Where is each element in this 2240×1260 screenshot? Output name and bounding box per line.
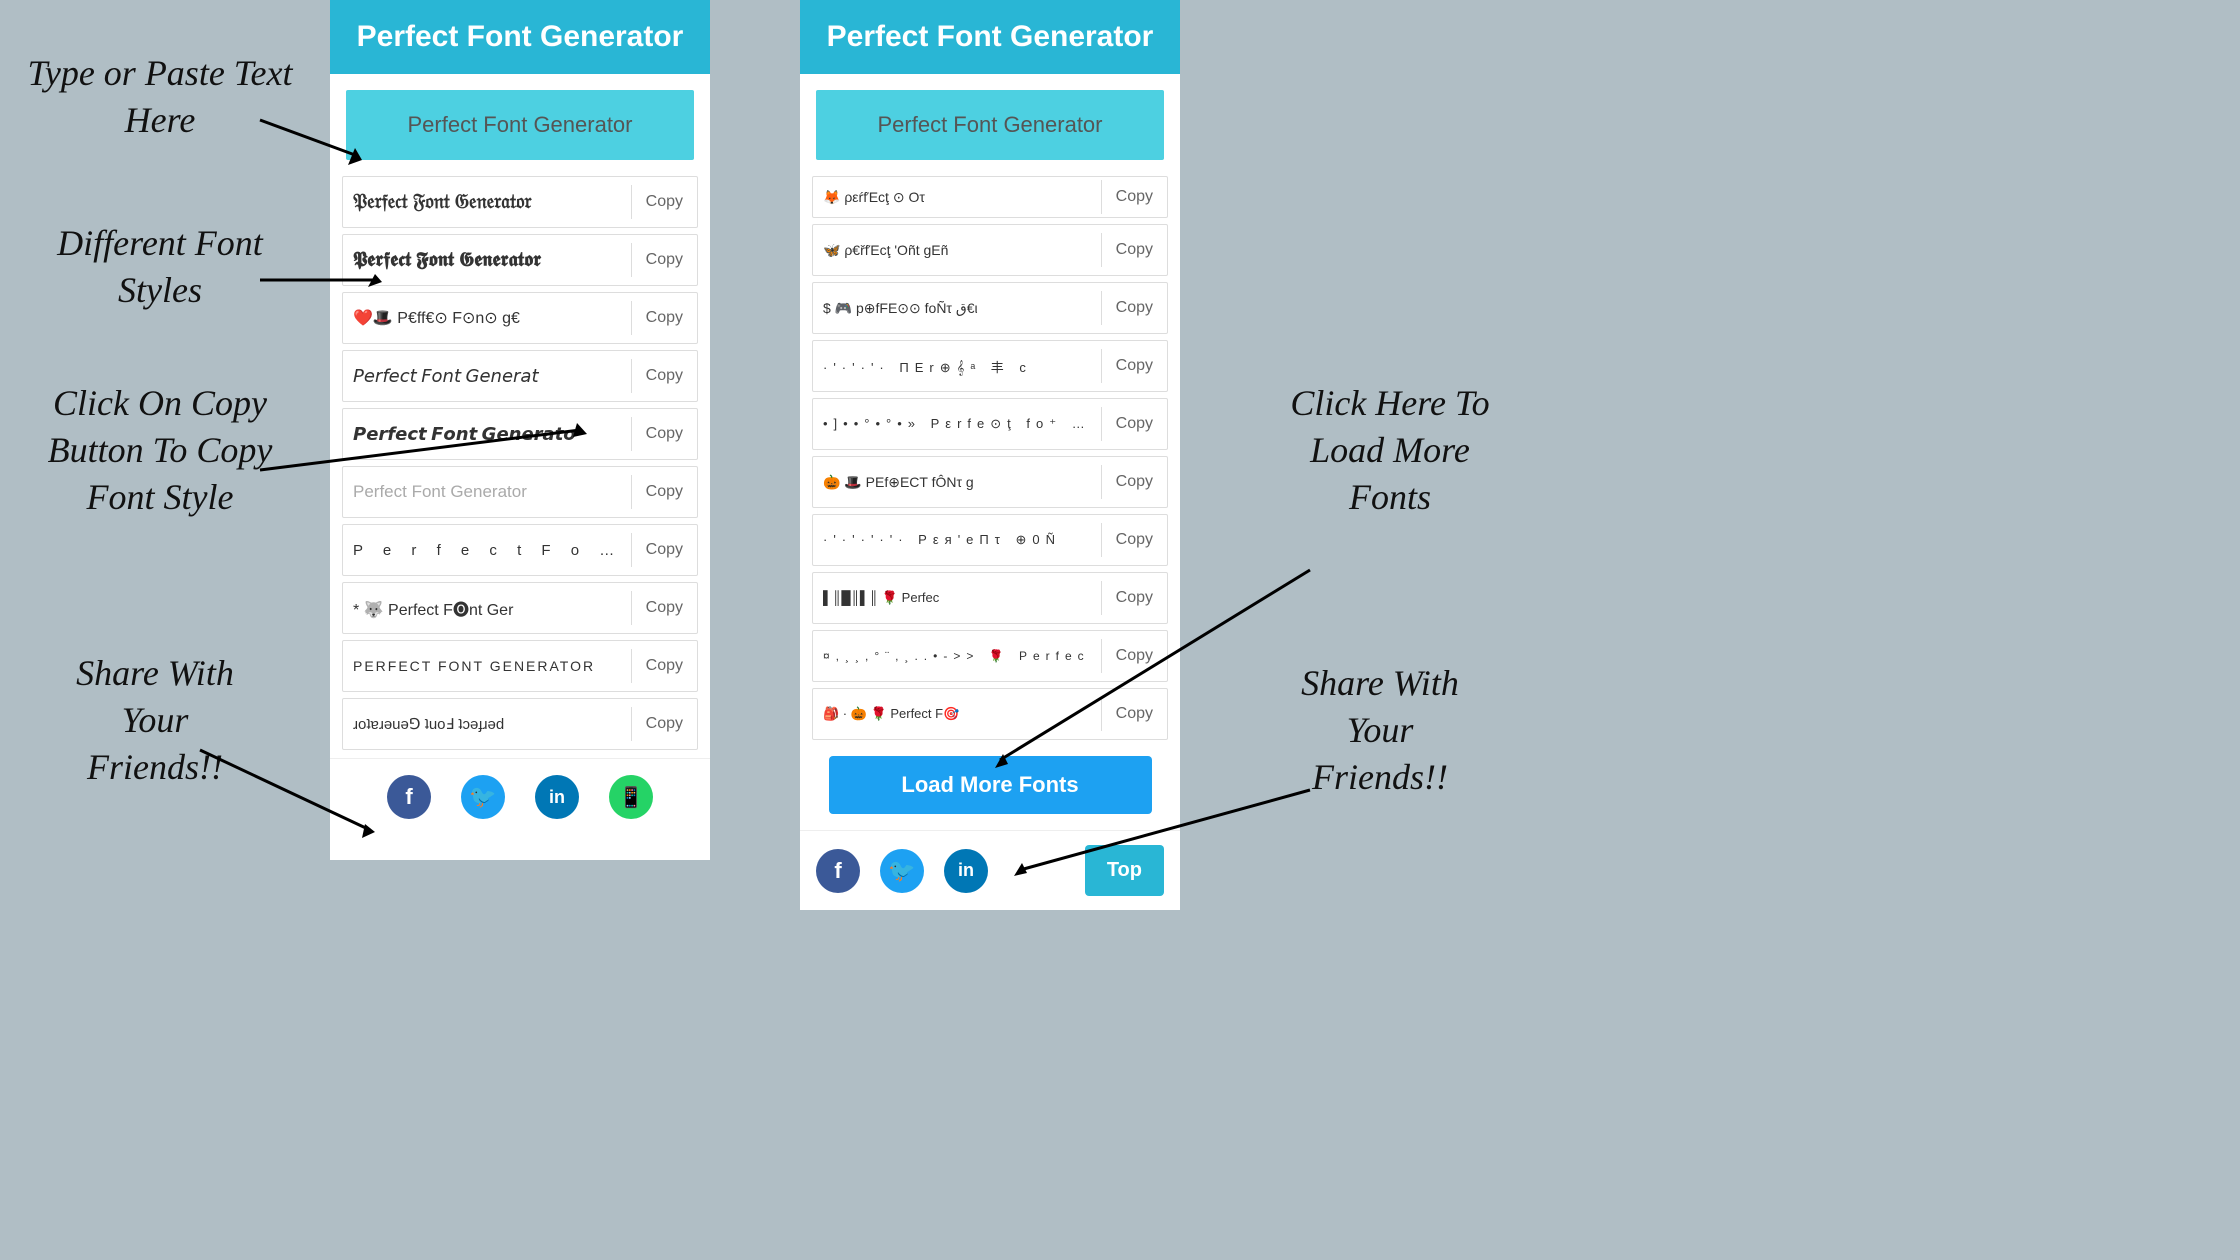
linkedin-icon[interactable]: in [944,849,988,893]
copy-button[interactable]: Copy [631,359,697,393]
font-text: PERFECT FONT GENERATOR [343,650,631,682]
font-row: ɹoʇɐɹǝuǝ⅁ ʇuoℲ ʇɔǝɟɹǝd Copy [342,698,698,750]
right-panel: Perfect Font Generator Perfect Font Gene… [800,0,1180,910]
font-row: Perfect Font Generator Copy [342,466,698,518]
font-text: 🦊 ρεŕfΈcţ ⊙ Oτ [813,181,1101,214]
annotation-click-copy: Click On CopyButton To CopyFont Style [20,380,300,520]
font-row: 🎃 🎩 ΡΕf⊕ΕCT fÔNτ g Copy [812,456,1168,508]
font-row: •]••°•°•» Pεrfe⊙ţ fo⁺ ge⊗ Copy [812,398,1168,450]
annotation-share-right: Share WithYourFriends!! [1250,660,1510,800]
copy-button[interactable]: Copy [1101,407,1167,441]
font-row-partial: 🦊 ρεŕfΈcţ ⊙ Oτ Copy [812,176,1168,218]
font-row: 🦋 ρ€řfΈcţ 'Oñt gEñ Copy [812,224,1168,276]
copy-button[interactable]: Copy [631,533,697,567]
font-row: ❤️🎩 P€ff€⊙ F⊙n⊙ g€ Copy [342,292,698,344]
copy-button[interactable]: Copy [631,591,697,625]
copy-button[interactable]: Copy [1101,697,1167,731]
font-text: 🦋 ρ€řfΈcţ 'Oñt gEñ [813,234,1101,267]
copy-button[interactable]: Copy [631,185,697,219]
font-text: ¤,¸¸,°¨,¸..•->> 🌹 Perfec [813,641,1101,671]
font-text: $ 🎮 p⊕fFE⊙⊙ foÑτ ق€ι [813,292,1101,325]
copy-button[interactable]: Copy [1101,291,1167,325]
left-header: Perfect Font Generator [330,0,710,74]
right-social-bar: f 🐦 in Top [800,830,1180,910]
font-text: ·'·'·'· ΠΕr⊕𝄞ᵃ 丰 c [813,349,1101,384]
twitter-icon[interactable]: 🐦 [880,849,924,893]
font-row: ¤,¸¸,°¨,¸..•->> 🌹 Perfec Copy [812,630,1168,682]
copy-button[interactable]: Copy [1101,349,1167,383]
font-text: 𝔓𝔢𝔯𝔣𝔢𝔠𝔱 𝔉𝔬𝔫𝔱 𝔊𝔢𝔫𝔢𝔯𝔞𝔱𝔬𝔯 [343,183,631,222]
annotation-diff-fonts: Different FontStyles [20,220,300,314]
copy-button[interactable]: Copy [631,301,697,335]
right-header: Perfect Font Generator [800,0,1180,74]
font-text: ▌║█║▌║ 🌹 Perfec [813,582,1101,614]
copy-button[interactable]: Copy [1101,233,1167,267]
font-text: 𝘗𝘦𝘳𝘧𝘦𝘤𝘵 𝘍𝘰𝘯𝘵 𝘎𝘦𝘯𝘦𝘳𝘢𝘵 [343,358,631,395]
copy-button[interactable]: Copy [1101,180,1167,214]
copy-button[interactable]: Copy [631,707,697,741]
font-text: 𝙋𝙚𝙧𝙛𝙚𝙘𝙩 𝙁𝙤𝙣𝙩 𝙂𝙚𝙣𝙚𝙧𝙖𝙩𝙤 [343,416,631,453]
font-text: ·'·'·'·'· Pεя'eΠτ ⊕0Ñ [813,524,1101,556]
copy-button[interactable]: Copy [1101,465,1167,499]
font-row: PERFECT FONT GENERATOR Copy [342,640,698,692]
left-panel: Perfect Font Generator Perfect Font Gene… [330,0,710,860]
left-social-bar: f 🐦 in 📱 [330,758,710,835]
whatsapp-icon[interactable]: 📱 [609,775,653,819]
facebook-icon[interactable]: f [816,849,860,893]
right-input-area[interactable]: Perfect Font Generator [816,90,1164,160]
font-row: ▌║█║▌║ 🌹 Perfec Copy [812,572,1168,624]
font-row: 𝙋𝙚𝙧𝙛𝙚𝙘𝙩 𝙁𝙤𝙣𝙩 𝙂𝙚𝙣𝙚𝙧𝙖𝙩𝙤 Copy [342,408,698,460]
font-row: $ 🎮 p⊕fFE⊙⊙ foÑτ ق€ι Copy [812,282,1168,334]
font-row: P e r f e c t F o n t Copy [342,524,698,576]
load-more-button[interactable]: Load More Fonts [829,756,1152,814]
annotation-type-paste: Type or Paste TextHere [20,50,300,144]
font-text: * 🐺 Perfect F🅞nt Ger [343,588,631,628]
font-text: Perfect Font Generator [343,474,631,510]
annotation-load-more: Click Here ToLoad MoreFonts [1250,380,1530,520]
font-text: •]••°•°•» Pεrfe⊙ţ fo⁺ ge⊗ [813,408,1101,440]
copy-button[interactable]: Copy [631,243,697,277]
copy-button[interactable]: Copy [1101,639,1167,673]
font-text: 🎃 🎩 ΡΕf⊕ΕCT fÔNτ g [813,466,1101,499]
font-row: ·'·'·'·'· Pεя'eΠτ ⊕0Ñ Copy [812,514,1168,566]
right-header-title: Perfect Font Generator [827,20,1154,53]
font-text: ❤️🎩 P€ff€⊙ F⊙n⊙ g€ [343,300,631,336]
left-input-area[interactable]: Perfect Font Generator [346,90,694,160]
font-row: 𝔓𝔢𝔯𝔣𝔢𝔠𝔱 𝔉𝔬𝔫𝔱 𝔊𝔢𝔫𝔢𝔯𝔞𝔱𝔬𝔯 Copy [342,176,698,228]
right-input-text: Perfect Font Generator [878,112,1103,138]
font-row: 𝘗𝘦𝘳𝘧𝘦𝘤𝘵 𝘍𝘰𝘯𝘵 𝘎𝘦𝘯𝘦𝘳𝘢𝘵 Copy [342,350,698,402]
annotation-share-left: Share WithYourFriends!! [20,650,290,790]
font-row: ·'·'·'· ΠΕr⊕𝄞ᵃ 丰 c Copy [812,340,1168,392]
twitter-icon[interactable]: 🐦 [461,775,505,819]
left-input-text: Perfect Font Generator [408,112,633,138]
font-row: * 🐺 Perfect F🅞nt Ger Copy [342,582,698,634]
font-text: ɹoʇɐɹǝuǝ⅁ ʇuoℲ ʇɔǝɟɹǝd [343,707,631,741]
copy-button[interactable]: Copy [631,417,697,451]
font-text: P e r f e c t F o n t [343,534,631,567]
linkedin-icon[interactable]: in [535,775,579,819]
facebook-icon[interactable]: f [387,775,431,819]
font-row: 🎒 · 🎃 🌹 Perfect F🎯 Copy [812,688,1168,740]
left-header-title: Perfect Font Generator [357,20,684,53]
copy-button[interactable]: Copy [1101,581,1167,615]
copy-button[interactable]: Copy [631,649,697,683]
copy-button[interactable]: Copy [1101,523,1167,557]
font-row: 𝕻𝖊𝖗𝖋𝖊𝖈𝖙 𝕱𝖔𝖓𝖙 𝕲𝖊𝖓𝖊𝖗𝖆𝖙𝖔𝖗 Copy [342,234,698,286]
copy-button[interactable]: Copy [631,475,697,509]
font-text: 𝕻𝖊𝖗𝖋𝖊𝖈𝖙 𝕱𝖔𝖓𝖙 𝕲𝖊𝖓𝖊𝖗𝖆𝖙𝖔𝖗 [343,241,631,280]
top-button[interactable]: Top [1085,845,1164,896]
font-text: 🎒 · 🎃 🌹 Perfect F🎯 [813,698,1101,730]
